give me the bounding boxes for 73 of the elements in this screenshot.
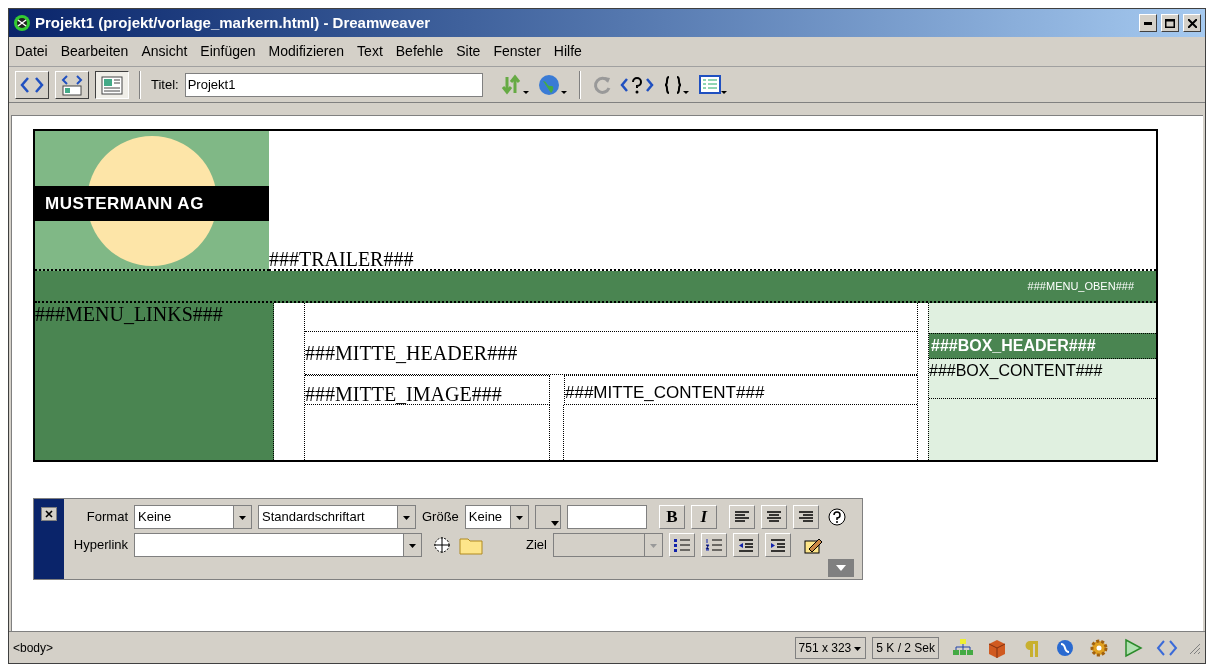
menu-item[interactable]: Hilfe <box>553 41 582 62</box>
window-title: Projekt1 (projekt/vorlage_markern.html) - Dreamweaver <box>35 12 432 33</box>
align-right-icon <box>796 509 815 525</box>
maximize-button[interactable] <box>1161 14 1179 32</box>
site-map-icon[interactable] <box>952 637 974 658</box>
top-menu-bar: ###MENU_OBEN### <box>35 271 1156 303</box>
maximize-icon <box>1165 18 1175 28</box>
hyperlink-input[interactable] <box>134 533 422 557</box>
expand-button[interactable] <box>828 559 854 577</box>
format-label: Format <box>85 508 128 527</box>
close-button[interactable] <box>41 507 57 521</box>
page-list-icon[interactable] <box>696 72 729 97</box>
swirl-circle-icon[interactable] <box>1054 637 1076 658</box>
align-center-icon <box>764 509 783 525</box>
numbered-list-icon <box>704 537 723 553</box>
numbered-list-button[interactable] <box>700 533 727 557</box>
target-icon[interactable] <box>432 535 452 555</box>
download-size: 5 K / 2 Sek <box>872 636 939 659</box>
bulleted-list-icon <box>672 537 691 553</box>
align-right-button[interactable] <box>792 505 819 529</box>
menu-item[interactable]: Modifizieren <box>268 41 345 62</box>
bulleted-list-button[interactable] <box>668 533 695 557</box>
tag-selector[interactable]: <body> <box>13 638 789 657</box>
left-menu-panel: ###MENU_LINKS### <box>35 303 274 460</box>
middle-content-text-field[interactable]: ###MITTE_CONTENT### <box>564 375 917 405</box>
box-icon[interactable] <box>986 637 1008 658</box>
split-view-icon <box>59 73 85 96</box>
close-icon <box>45 510 53 518</box>
format-dropdown[interactable]: Keine <box>134 505 252 529</box>
menu-item[interactable]: Site <box>456 41 481 62</box>
middle-image-text-field[interactable]: ###MITTE_IMAGE### <box>305 375 550 405</box>
minimize-button[interactable] <box>1139 14 1157 32</box>
minimize-icon <box>1144 21 1152 25</box>
title-input[interactable]: Projekt1 <box>184 72 483 97</box>
outdent-icon <box>736 537 755 553</box>
app-logo-icon <box>13 14 31 32</box>
box-content-text-field[interactable]: ###BOX_CONTENT### <box>929 359 1156 399</box>
menu-item[interactable]: Befehle <box>395 41 444 62</box>
target-label: Ziel <box>526 536 547 555</box>
globe-icon[interactable] <box>536 72 569 97</box>
design-view-icon <box>99 73 125 96</box>
logo-text: MUSTERMANN AG <box>35 186 269 221</box>
caret-icon <box>835 564 847 572</box>
play-icon[interactable] <box>1122 637 1144 658</box>
align-left-icon <box>732 509 751 525</box>
size-label: Größe <box>422 508 459 527</box>
color-swatch[interactable] <box>534 505 561 529</box>
gear-icon[interactable] <box>1088 637 1110 658</box>
close-icon <box>1187 18 1197 28</box>
box-header-text-field[interactable]: ###BOX_HEADER### <box>929 333 1156 359</box>
caret-icon <box>549 520 560 528</box>
menu-item[interactable]: Einfügen <box>200 41 256 62</box>
menu-item[interactable]: Ansicht <box>141 41 188 62</box>
color-input[interactable] <box>566 505 647 529</box>
window-size-dropdown[interactable]: 751 x 323 <box>794 636 867 659</box>
indent-icon <box>768 537 787 553</box>
menu-item[interactable]: Datei <box>15 41 48 62</box>
indent-button[interactable] <box>764 533 791 557</box>
hyperlink-label: Hyperlink <box>72 536 128 555</box>
font-dropdown[interactable]: Standardschriftart <box>258 505 416 529</box>
align-center-button[interactable] <box>760 505 787 529</box>
help-icon[interactable] <box>826 507 847 527</box>
view-button[interactable] <box>95 70 129 99</box>
middle-header-cell: ###MITTE_HEADER### <box>305 331 917 375</box>
size-dropdown[interactable]: Keine <box>464 505 529 529</box>
align-left-button[interactable] <box>728 505 755 529</box>
title-label: Titel: <box>151 75 179 94</box>
outdent-button[interactable] <box>732 533 759 557</box>
menu-item[interactable]: Fenster <box>493 41 541 62</box>
bold-button[interactable]: B <box>658 505 685 529</box>
italic-button[interactable]: I <box>690 505 717 529</box>
menu-item[interactable]: Bearbeiten <box>60 41 129 62</box>
menu-item[interactable]: Text <box>357 41 383 62</box>
